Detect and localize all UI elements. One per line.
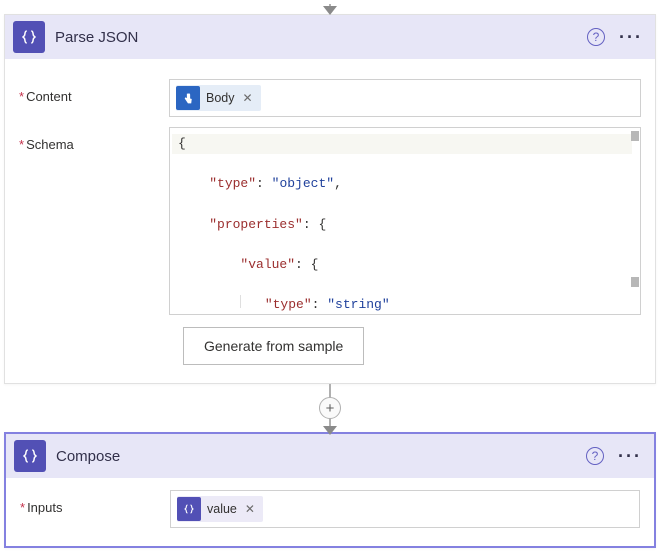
connector-in (4, 4, 656, 14)
help-icon[interactable]: ? (587, 28, 605, 46)
inputs-label: Inputs (27, 500, 62, 515)
more-icon[interactable]: ··· (619, 28, 643, 46)
connector-between: + (4, 384, 656, 432)
action-card-parse-json[interactable]: Parse JSON ? ··· *Content Body ✕ (4, 14, 656, 384)
card-body: *Content Body ✕ *Schema { "type": "objec… (5, 59, 655, 383)
close-icon[interactable]: ✕ (245, 502, 255, 516)
card-header[interactable]: Parse JSON ? ··· (5, 15, 655, 59)
param-inputs: *Inputs value ✕ (20, 490, 640, 528)
action-card-compose[interactable]: Compose ? ··· *Inputs v (4, 432, 656, 548)
braces-icon (177, 497, 201, 521)
content-label: Content (26, 89, 72, 104)
token-label: Body (206, 91, 235, 105)
param-schema: *Schema { "type": "object", "properties"… (19, 127, 641, 315)
token-body[interactable]: Body ✕ (176, 85, 261, 111)
compose-icon (14, 440, 46, 472)
card-title: Parse JSON (55, 29, 587, 46)
generate-from-sample-button[interactable]: Generate from sample (183, 327, 364, 365)
scrollbar[interactable] (629, 129, 639, 313)
help-icon[interactable]: ? (586, 447, 604, 465)
close-icon[interactable]: ✕ (243, 91, 253, 105)
code-text: { (178, 136, 186, 151)
schema-label: Schema (26, 137, 74, 152)
add-step-button[interactable]: + (319, 397, 341, 419)
content-input[interactable]: Body ✕ (169, 79, 641, 117)
parse-json-icon (13, 21, 45, 53)
schema-editor[interactable]: { "type": "object", "properties": { "val… (169, 127, 641, 315)
more-icon[interactable]: ··· (618, 447, 642, 465)
card-header[interactable]: Compose ? ··· (6, 434, 654, 478)
inputs-input[interactable]: value ✕ (170, 490, 640, 528)
token-value[interactable]: value ✕ (177, 496, 263, 522)
token-label: value (207, 502, 237, 516)
card-body: *Inputs value ✕ (6, 478, 654, 546)
pointer-icon (176, 86, 200, 110)
card-title: Compose (56, 448, 586, 465)
param-content: *Content Body ✕ (19, 79, 641, 117)
